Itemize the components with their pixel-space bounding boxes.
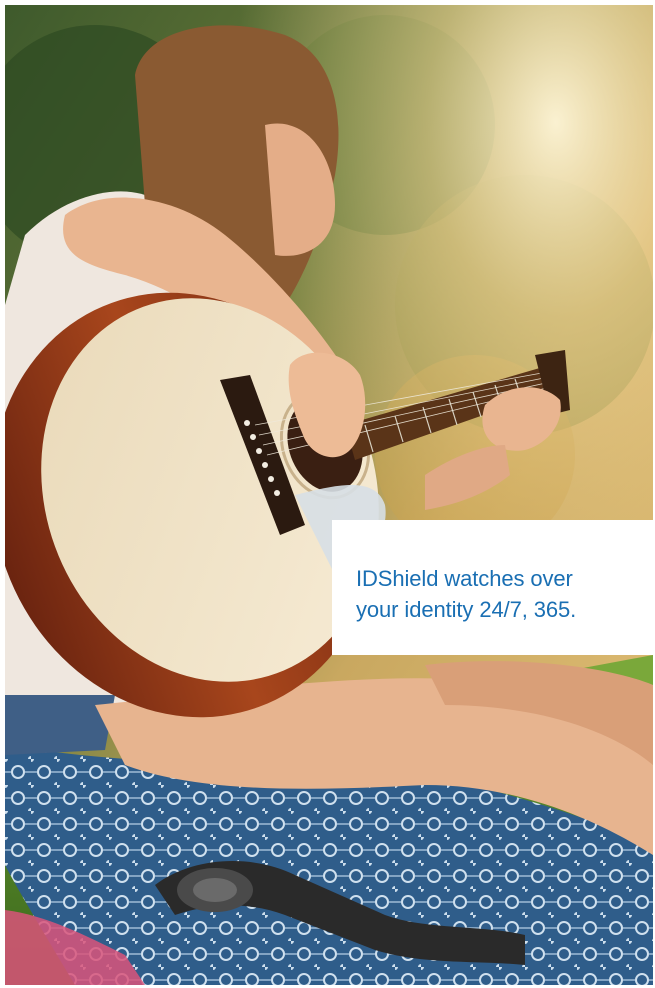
guitar-player-photo xyxy=(5,5,653,985)
caption-line-2: your identity 24/7, 365. xyxy=(356,597,577,622)
ad-page: IDShield watches over your identity 24/7… xyxy=(5,5,653,985)
caption-line-1: IDShield watches over xyxy=(356,566,573,591)
caption-box: IDShield watches over your identity 24/7… xyxy=(332,520,653,655)
caption-text: IDShield watches over your identity 24/7… xyxy=(356,563,646,625)
